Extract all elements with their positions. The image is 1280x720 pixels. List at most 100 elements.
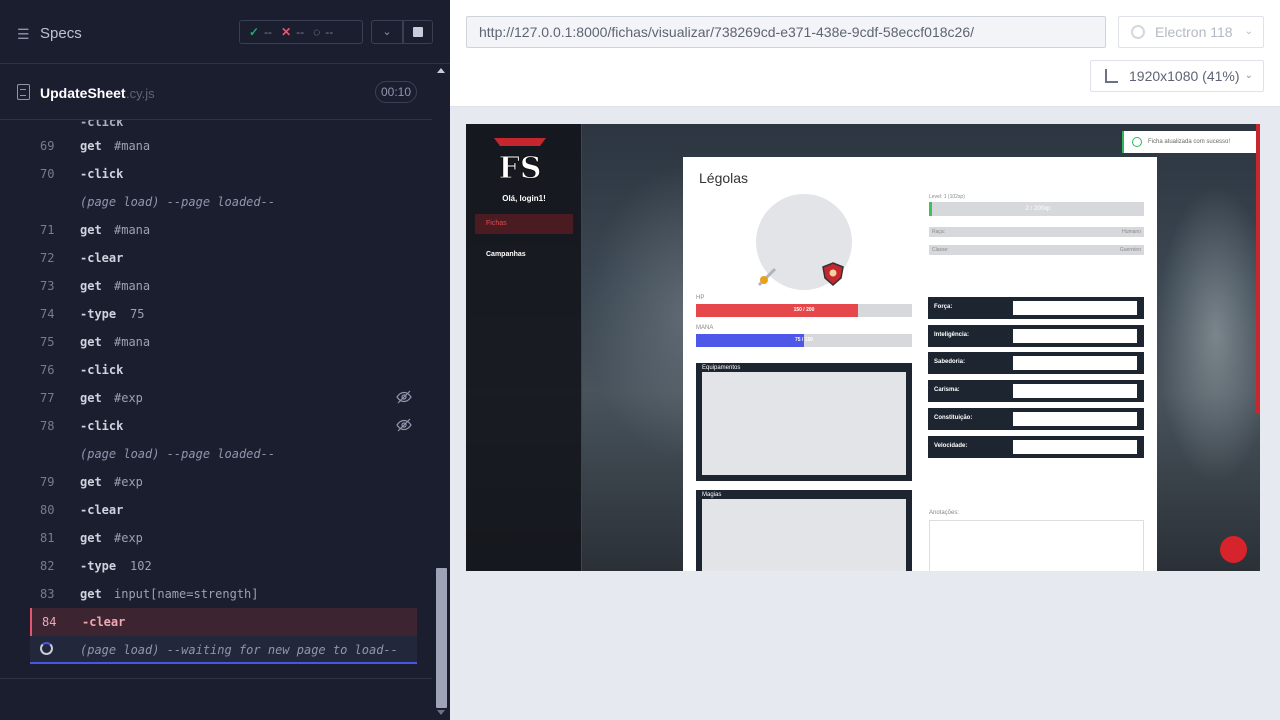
browser-selector[interactable]: Electron 118 ⌄ [1118, 16, 1264, 48]
command-row[interactable]: 70 -click [30, 160, 417, 188]
floating-action-button[interactable] [1220, 536, 1247, 563]
scroll-thumb[interactable] [436, 568, 447, 708]
race-row: Raça: Humano [929, 227, 1144, 237]
chevron-down-icon: ⌄ [382, 26, 392, 38]
logo-text: FS [499, 151, 542, 184]
command-row[interactable]: 75 get #mana [30, 328, 417, 356]
command-row[interactable]: 69 get #mana [30, 132, 417, 160]
command-log-footer [0, 678, 432, 720]
greeting: Olá, login1! [502, 194, 546, 203]
stop-button[interactable] [403, 20, 433, 44]
command-row[interactable]: 77 get #exp [30, 384, 417, 412]
command-name: -click [80, 167, 124, 181]
command-row[interactable]: 79 get #exp [30, 468, 417, 496]
file-icon [17, 84, 30, 100]
command-message: #mana [114, 223, 151, 237]
command-message: #mana [114, 139, 151, 153]
level-label: Level: 1 (102xp) [929, 194, 965, 200]
notes-label: Anotações: [929, 510, 960, 516]
class-row: Classe: Guerreiro [929, 245, 1144, 255]
command-number: 74 [40, 307, 55, 321]
command-row[interactable]: 76 -click [30, 356, 417, 384]
toast-message: Ficha atualizada com sucesso! [1148, 139, 1231, 145]
passed-stat: ✓ -- [249, 25, 272, 39]
command-message: #exp [114, 391, 143, 405]
attr-label: Inteligência: [934, 332, 970, 338]
command-row[interactable]: 82 -type 102 [30, 552, 417, 580]
specs-list-icon[interactable]: ☰ [17, 26, 30, 43]
command-number: 84 [42, 615, 57, 629]
nav-fichas[interactable]: Fichas [475, 214, 573, 234]
speed-input[interactable] [1013, 440, 1137, 454]
attr-strength: Força: [928, 297, 1144, 319]
command-row[interactable]: 83 get input[name=strength] [30, 580, 417, 608]
spec-file-ext: .cy.js [126, 86, 155, 101]
command-number: 76 [40, 363, 55, 377]
level-bar: 2 / 200xp [929, 202, 1144, 216]
event-message: (page load) --page loaded-- [80, 195, 276, 209]
ruler-icon [1105, 69, 1118, 83]
failed-count: -- [296, 25, 305, 39]
url-field[interactable]: http://127.0.0.1:8000/fichas/visualizar/… [466, 16, 1106, 48]
command-log-scrollbar[interactable] [433, 64, 450, 720]
command-name: -clear [80, 503, 124, 517]
app-sidebar: FS Olá, login1! Fichas Campanhas [466, 124, 582, 571]
command-number: 69 [40, 139, 55, 153]
spec-file-name[interactable]: UpdateSheet [40, 85, 126, 101]
success-toast: Ficha atualizada com sucesso! [1122, 131, 1256, 153]
viewport-selector[interactable]: 1920x1080 (41%) ⌄ [1090, 60, 1264, 92]
strength-input[interactable] [1013, 301, 1137, 315]
attr-charisma: Carisma: [928, 380, 1144, 402]
equipment-box: Equipamentos [696, 363, 912, 481]
command-message: 102 [130, 559, 152, 573]
command-name: -click [80, 363, 124, 377]
hp-bar[interactable]: 150 / 200 [696, 304, 912, 317]
command-row[interactable]: 81 get #exp [30, 524, 417, 552]
dropdown-button[interactable]: ⌄ [371, 20, 403, 44]
equipment-field[interactable] [702, 372, 906, 475]
command-row[interactable]: 78 -click [30, 412, 417, 440]
attr-wisdom: Sabedoria: [928, 352, 1144, 374]
test-stats: ✓ -- ✕ -- ◌ -- [239, 20, 363, 44]
intelligence-input[interactable] [1013, 329, 1137, 343]
command-name: -type [80, 307, 117, 321]
event-message: (page load) --page loaded-- [80, 447, 276, 461]
scroll-down-icon[interactable] [437, 710, 445, 715]
specs-label[interactable]: Specs [40, 25, 82, 42]
equipment-label: Equipamentos [702, 365, 741, 371]
mana-bar[interactable]: 75 / 150 [696, 334, 912, 347]
command-message: input[name=strength] [114, 587, 259, 601]
command-number: 78 [40, 419, 55, 433]
page-load-event-pending: (page load) --waiting for new page to lo… [30, 636, 417, 664]
charisma-input[interactable] [1013, 384, 1137, 398]
command-row[interactable]: 72 -clear [30, 244, 417, 272]
eye-slash-icon[interactable] [396, 389, 412, 405]
pending-count: -- [325, 25, 334, 39]
attr-label: Velocidade: [934, 443, 968, 449]
wisdom-input[interactable] [1013, 356, 1137, 370]
command-number: 70 [40, 167, 55, 181]
fs-logo[interactable]: FS [490, 134, 550, 184]
eye-slash-icon[interactable] [396, 417, 412, 433]
command-number: 81 [40, 531, 55, 545]
command-message: 75 [130, 307, 145, 321]
stop-icon [413, 27, 423, 37]
attr-constitution: Constituição: [928, 408, 1144, 430]
command-list: -click 69 get #mana 70 -click (page load) -… [0, 120, 432, 678]
magic-field[interactable] [702, 499, 906, 571]
command-name: -clear [80, 251, 124, 265]
electron-icon [1131, 25, 1145, 39]
attr-label: Carisma: [934, 387, 960, 393]
command-row-failed[interactable]: 84 -clear [30, 608, 417, 636]
nav-campanhas[interactable]: Campanhas [486, 251, 526, 258]
attr-label: Sabedoria: [934, 359, 966, 365]
notes-field[interactable] [929, 520, 1144, 571]
scroll-up-icon[interactable] [437, 68, 445, 73]
command-row[interactable]: 74 -type 75 [30, 300, 417, 328]
command-row[interactable]: 71 get #mana [30, 216, 417, 244]
command-row[interactable]: 80 -clear [30, 496, 417, 524]
constitution-input[interactable] [1013, 412, 1137, 426]
command-name: -type [80, 559, 117, 573]
command-row[interactable]: 73 get #mana [30, 272, 417, 300]
side-accent-bar [1256, 124, 1260, 414]
